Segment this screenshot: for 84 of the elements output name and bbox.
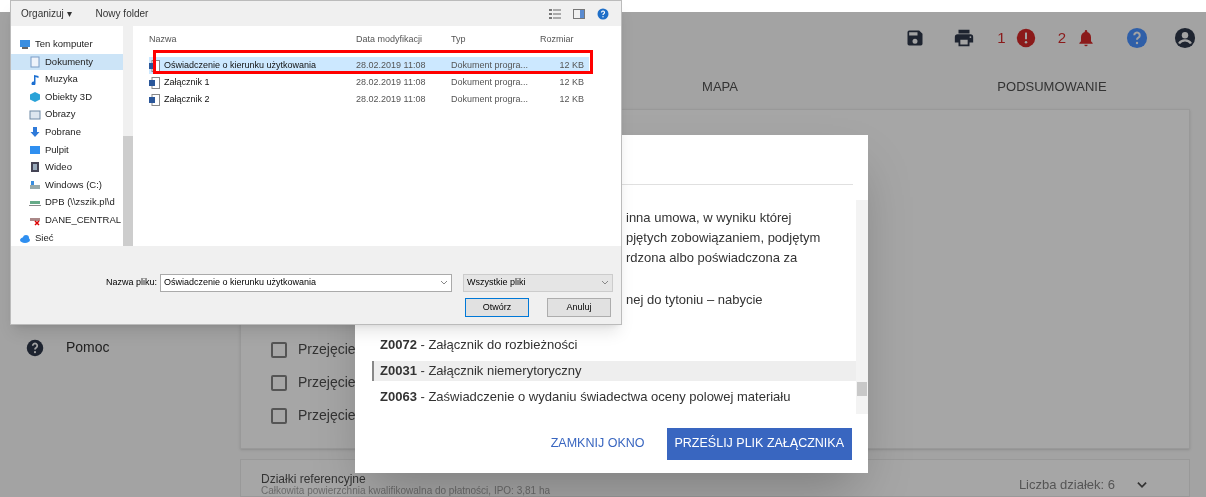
checkbox[interactable] [271, 407, 287, 424]
close-button[interactable]: ZAMKNIJ OKNO [546, 427, 649, 460]
list-option[interactable]: Z0063 - Zaświadczenie o wydaniu świadectwa oceny polowej materiału [372, 387, 856, 407]
file-name: Załącznik 1 [164, 75, 210, 89]
nav-item[interactable]: Windows (C:) [11, 176, 123, 194]
scrollbar[interactable] [856, 200, 868, 414]
dropdown-caret-icon[interactable] [440, 280, 449, 286]
document-icon [149, 59, 160, 72]
file-date: 28.02.2019 11:08 [356, 93, 426, 104]
file-type: Dokument progra... [451, 76, 529, 87]
list-text: pjętych zobowiązaniem, podjętym [626, 229, 821, 247]
file-row[interactable]: Załącznik 1 28.02.2019 11:08 Dokument progra... 12 KB [149, 74, 589, 91]
file-size: 12 KB [559, 92, 584, 106]
nav-item[interactable]: Pobrane [11, 123, 123, 141]
save-icon[interactable] [905, 28, 926, 49]
section-title: Działki referencyjne [261, 473, 367, 486]
cube-icon [29, 91, 41, 103]
nav-item[interactable]: Dokumenty [11, 53, 123, 71]
column-header[interactable]: Rozmiar [540, 32, 596, 48]
list-text: inna umowa, w wyniku której [626, 209, 792, 227]
nav-item[interactable]: DPB (\\zszik.pl\d [11, 194, 123, 211]
file-date: 28.02.2019 11:08 [356, 59, 426, 70]
scrollbar[interactable] [123, 26, 133, 246]
column-header[interactable]: Data modyfikacji [356, 32, 451, 48]
notification-count: 2 [1057, 27, 1066, 48]
file-type-dropdown[interactable]: Wszystkie pliki [463, 274, 614, 292]
document-icon [29, 55, 41, 68]
upload-button[interactable]: PRZEŚLIJ PLIK ZAŁĄCZNIKA [666, 427, 852, 460]
file-row[interactable]: Załącznik 2 28.02.2019 11:08 Dokument progra... 12 KB [149, 91, 589, 108]
cancel-button[interactable]: Anuluj [547, 298, 611, 317]
tab[interactable]: PODSUMOWANIE [956, 64, 1148, 109]
file-name-field[interactable]: Oświadczenie o kierunku użytkowania [160, 274, 453, 292]
drive-icon [29, 178, 41, 191]
column-header[interactable]: Nazwa [149, 32, 356, 48]
nav-item[interactable]: DANE_CENTRAL [11, 211, 123, 229]
parcel-count: Liczba działek: 6 [1018, 476, 1115, 494]
checkbox[interactable] [271, 374, 287, 391]
music-note-icon [29, 73, 41, 86]
file-name-label: Nazwa pliku: [106, 276, 158, 290]
checkbox-label: Przejęcie [298, 406, 356, 425]
pane-icon[interactable] [573, 8, 585, 19]
list-option[interactable]: Z0031 - Załącznik niemerytoryczny [372, 361, 856, 381]
open-button[interactable]: Otwórz [465, 298, 529, 317]
toolbar-button[interactable]: Organizuj ▾ [21, 6, 72, 21]
film-icon [29, 161, 41, 174]
nav-item[interactable]: Sieć [11, 229, 123, 246]
list-option[interactable]: Z0072 - Załącznik do rozbieżności [372, 335, 856, 355]
document-icon [149, 93, 160, 106]
alert-count: 1 [997, 27, 1006, 48]
account-icon[interactable] [1174, 27, 1196, 50]
alert-icon[interactable] [1015, 28, 1036, 49]
picture-icon [29, 108, 41, 121]
help-icon[interactable] [1126, 27, 1148, 50]
dropdown-caret-icon[interactable] [601, 280, 610, 286]
computer-icon [19, 38, 31, 51]
help-icon[interactable] [597, 7, 609, 20]
file-size: 12 KB [559, 58, 584, 72]
help-icon [26, 338, 44, 357]
nav-item[interactable]: Ten komputer [11, 36, 123, 53]
column-header[interactable]: Typ [451, 32, 540, 48]
desktop-icon [29, 143, 41, 156]
checkbox-label: Przejęcie [298, 373, 356, 392]
checkbox[interactable] [271, 341, 287, 358]
nav-item[interactable]: Muzyka [11, 71, 123, 88]
document-icon [149, 76, 160, 89]
file-date: 28.02.2019 11:08 [356, 76, 426, 87]
bell-icon[interactable] [1076, 28, 1096, 49]
list-text: rdzona albo poświadczona za [626, 249, 798, 267]
sidebar-item[interactable]: Pomoc [66, 337, 110, 358]
toolbar-button[interactable]: Nowy folder [95, 6, 149, 21]
nav-item[interactable]: Obiekty 3D [11, 88, 123, 106]
file-type: Dokument progra... [451, 93, 529, 104]
tab[interactable]: MAPA [624, 64, 816, 109]
file-name: Oświadczenie o kierunku użytkowania [164, 58, 317, 72]
file-size: 12 KB [559, 75, 584, 89]
checkbox-label: Przejęcie [298, 340, 356, 359]
nav-item[interactable]: Wideo [11, 159, 123, 176]
download-arrow-icon [29, 126, 41, 139]
file-name: Załącznik 2 [164, 92, 210, 106]
nav-item[interactable]: Pulpit [11, 141, 123, 159]
view-icon[interactable] [549, 8, 561, 19]
nav-item[interactable]: Obrazy [11, 106, 123, 123]
list-text: nej do tytoniu – nabycie [626, 291, 763, 309]
file-type: Dokument progra... [451, 59, 529, 70]
